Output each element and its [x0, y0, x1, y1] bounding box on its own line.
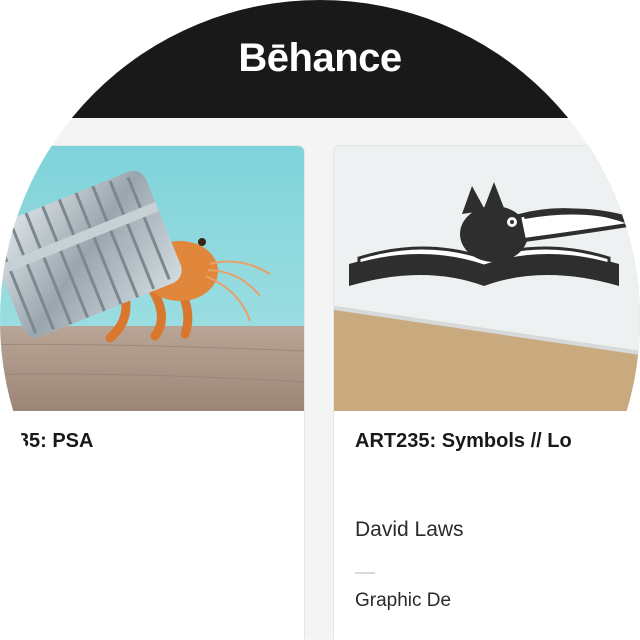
project-card[interactable]: '235: PSA ws — [0, 146, 304, 640]
project-thumbnail[interactable] — [334, 146, 640, 411]
app-header: Bēhance — [0, 0, 640, 118]
card-divider — [355, 572, 375, 574]
behance-logo[interactable]: Bēhance — [0, 36, 640, 81]
project-owner[interactable]: ws — [0, 518, 24, 542]
project-field: Graphic De — [355, 590, 452, 611]
text-fade-overlay — [454, 582, 640, 622]
project-thumbnail[interactable] — [0, 146, 304, 411]
hermit-crab-image — [0, 146, 304, 411]
app-viewport: Bēhance '235: PSA ws ART235: Symbols // … — [0, 0, 640, 640]
project-owner[interactable]: David Laws — [355, 518, 464, 542]
project-title[interactable]: ART235: Symbols // Lo — [355, 430, 572, 453]
project-title[interactable]: '235: PSA — [2, 430, 93, 453]
toucan-book-image — [334, 146, 640, 411]
project-card[interactable]: ART235: Symbols // Lo David Laws Graphic… — [334, 146, 640, 640]
